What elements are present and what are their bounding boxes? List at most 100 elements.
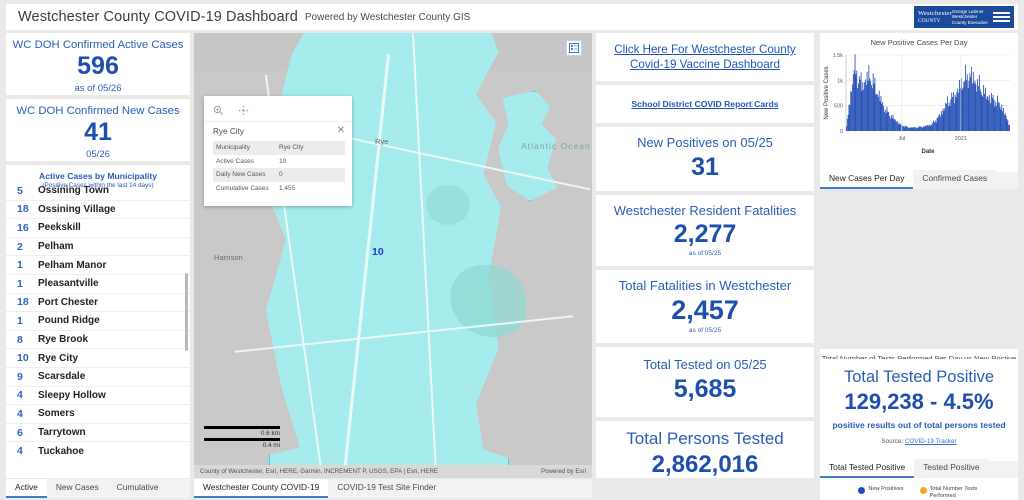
municipality-name: Ossining Town xyxy=(38,185,109,197)
municipality-count: 1 xyxy=(17,277,23,290)
card-vaccine-link[interactable]: Click Here For Westchester County Covid-… xyxy=(596,33,814,81)
map-scale-bar: 0.6 km 0.4 mi xyxy=(204,426,280,450)
popup-value: 1,455 xyxy=(279,185,296,193)
logo-bars-icon xyxy=(993,12,1010,22)
list-item[interactable]: 16 Peekskill xyxy=(6,219,190,238)
vaccine-dashboard-link[interactable]: Click Here For Westchester County Covid-… xyxy=(596,42,814,72)
svg-text:2021: 2021 xyxy=(955,136,967,142)
list-item[interactable]: 6 Tarrytown xyxy=(6,424,190,443)
total-fatalities-asof: as of 05/25 xyxy=(688,327,722,334)
card-active-cases: WC DOH Confirmed Active Cases 596 as of … xyxy=(6,33,190,95)
legend-dot-icon xyxy=(858,487,866,494)
tab-0[interactable]: Total Tested Positive xyxy=(820,459,915,478)
total-tested-day-title: Total Tested on 05/25 xyxy=(643,357,767,372)
municipality-count: 2 xyxy=(17,240,23,253)
municipality-name: Somers xyxy=(38,408,75,420)
municipality-count: 4 xyxy=(17,407,23,420)
tab-0[interactable]: Westchester County COVID-19 xyxy=(194,479,329,498)
source-prefix: Source: xyxy=(881,438,905,445)
list-item[interactable]: 1 Pelham Manor xyxy=(6,256,190,275)
legend-item-0[interactable]: New Positives xyxy=(858,486,904,494)
logo-exec-title: Westchester County Executive xyxy=(951,14,988,25)
dashboard-root: Westchester County COVID-19 Dashboard Po… xyxy=(0,0,1024,500)
legend-label: New Positives xyxy=(868,486,904,492)
scale-label-km: 0.6 km xyxy=(260,430,280,437)
map-attribution-text: County of Westchester, Esri, HERE, Garmi… xyxy=(200,468,439,475)
municipality-count: 1 xyxy=(17,259,23,272)
list-item[interactable]: 8 Rye Brook xyxy=(6,331,190,350)
tested-positive-source: Source: COVID-19 Tracker xyxy=(820,438,1018,445)
municipality-name: Pound Ridge xyxy=(38,315,100,327)
municipality-count: 4 xyxy=(17,445,23,458)
municipality-count: 16 xyxy=(17,221,29,234)
new-positives-title: New Positives on 05/25 xyxy=(637,135,773,150)
legend-dot-icon xyxy=(919,487,927,494)
popup-key: Municipality xyxy=(216,144,250,152)
tested-positive-tabs[interactable]: Total Tested Positive Tested Positive xyxy=(820,459,1018,478)
tab-0[interactable]: New Cases Per Day xyxy=(820,170,914,189)
county-logo: Westchester COUNTY George Latimer Westch… xyxy=(914,6,1014,28)
chart1-canvas: 0 500 1k 1.5k Jul 2021 Date New Positive Cases xyxy=(824,53,1010,155)
map-feature-popup[interactable]: Rye City ✕ Municipality Rye City Active Ca… xyxy=(204,96,352,206)
svg-text:500: 500 xyxy=(834,104,843,110)
list-item[interactable]: 4 Tuckahoe xyxy=(6,442,190,458)
municipality-count: 5 xyxy=(17,184,23,197)
close-icon[interactable]: ✕ xyxy=(337,126,345,136)
card-tested-positive: Total Tested Positive 129,238 - 4.5% pos… xyxy=(820,359,1018,478)
map-feature-value: 10 xyxy=(372,246,384,258)
municipality-scrollbar[interactable] xyxy=(184,273,188,351)
source-link[interactable]: COVID-19 Tracker xyxy=(905,438,957,445)
popup-toolbar[interactable] xyxy=(204,96,352,122)
chart1-title: New Positive Cases Per Day xyxy=(870,38,968,47)
list-item[interactable]: 1 Pound Ridge xyxy=(6,312,190,331)
popup-header: Rye City ✕ xyxy=(204,122,352,140)
card-school-link[interactable]: School District COVID Report Cards xyxy=(596,85,814,123)
popup-key: Active Cases xyxy=(216,157,254,165)
school-report-cards-link[interactable]: School District COVID Report Cards xyxy=(631,99,778,109)
municipality-list[interactable]: 5 Ossining Town 18 Ossining Village 16 Peeksk… xyxy=(6,182,190,458)
zoom-to-icon[interactable] xyxy=(213,103,224,115)
legend-list-icon[interactable] xyxy=(566,40,582,56)
chart1-tabs[interactable]: New Cases Per Day Confirmed Cases xyxy=(820,170,1018,189)
municipality-count: 9 xyxy=(17,370,23,383)
municipality-title: Active Cases by Municipality xyxy=(39,171,157,181)
list-item[interactable]: 18 Port Chester xyxy=(6,294,190,313)
list-item[interactable]: 9 Scarsdale xyxy=(6,368,190,387)
list-item[interactable]: 4 Somers xyxy=(6,405,190,424)
list-item[interactable]: 4 Sleepy Hollow xyxy=(6,387,190,406)
map-tabs[interactable]: Westchester County COVID-19 COVID-19 Test… xyxy=(194,479,592,498)
legend-label: Total Number Tests Performed xyxy=(929,486,978,499)
list-item[interactable]: 10 Rye City xyxy=(6,349,190,368)
tab-1[interactable]: Tested Positive xyxy=(914,459,989,478)
map-label-harrison: Harrison xyxy=(214,253,243,262)
scale-label-mi: 0.4 mi xyxy=(262,442,280,449)
tab-1[interactable]: Confirmed Cases xyxy=(913,170,997,189)
municipality-name: Rye Brook xyxy=(38,334,89,346)
list-item[interactable]: 1 Pleasantville xyxy=(6,275,190,294)
total-persons-tested-value: 2,862,016 xyxy=(651,451,759,478)
tab-1[interactable]: COVID-19 Test Site Finder xyxy=(328,479,446,498)
chart2-legend: New Positives Total Number Tests Performe… xyxy=(820,486,1018,500)
legend-item-1[interactable]: Total Number Tests Performed xyxy=(919,486,980,500)
municipality-count: 18 xyxy=(17,296,29,309)
page-title: Westchester County COVID-19 Dashboard xyxy=(18,9,298,25)
municipality-count: 10 xyxy=(17,352,29,365)
popup-row: Cumulative Cases 1,455 xyxy=(213,182,345,196)
list-item[interactable]: 18 Ossining Village xyxy=(6,201,190,220)
total-fatalities-title: Total Fatalities in Westchester xyxy=(618,278,792,293)
tab-2[interactable]: Cumulative xyxy=(107,479,168,498)
card-municipality-list: Active Cases by Municipality (Positive C… xyxy=(6,165,190,478)
tab-1[interactable]: New Cases xyxy=(46,479,108,498)
tab-0[interactable]: Active xyxy=(6,479,47,498)
map-powered-by: Powered by Esri xyxy=(540,468,586,475)
map-park-area-2 xyxy=(426,185,470,225)
municipality-tabs[interactable]: Active New Cases Cumulative xyxy=(6,479,190,498)
map-panel[interactable]: Atlantic Ocean Rye Harrison 10 Rye City … xyxy=(194,33,592,478)
municipality-name: Pelham Manor xyxy=(38,259,107,271)
resident-fatalities-asof: as of 05/25 xyxy=(688,250,722,257)
page-subtitle: Powered by Westchester County GIS xyxy=(304,11,471,23)
list-item[interactable]: 2 Pelham xyxy=(6,238,190,257)
resident-fatalities-title: Westchester Resident Fatalities xyxy=(613,203,797,218)
pan-icon[interactable] xyxy=(238,103,249,116)
list-item[interactable]: 5 Ossining Town xyxy=(6,182,190,201)
